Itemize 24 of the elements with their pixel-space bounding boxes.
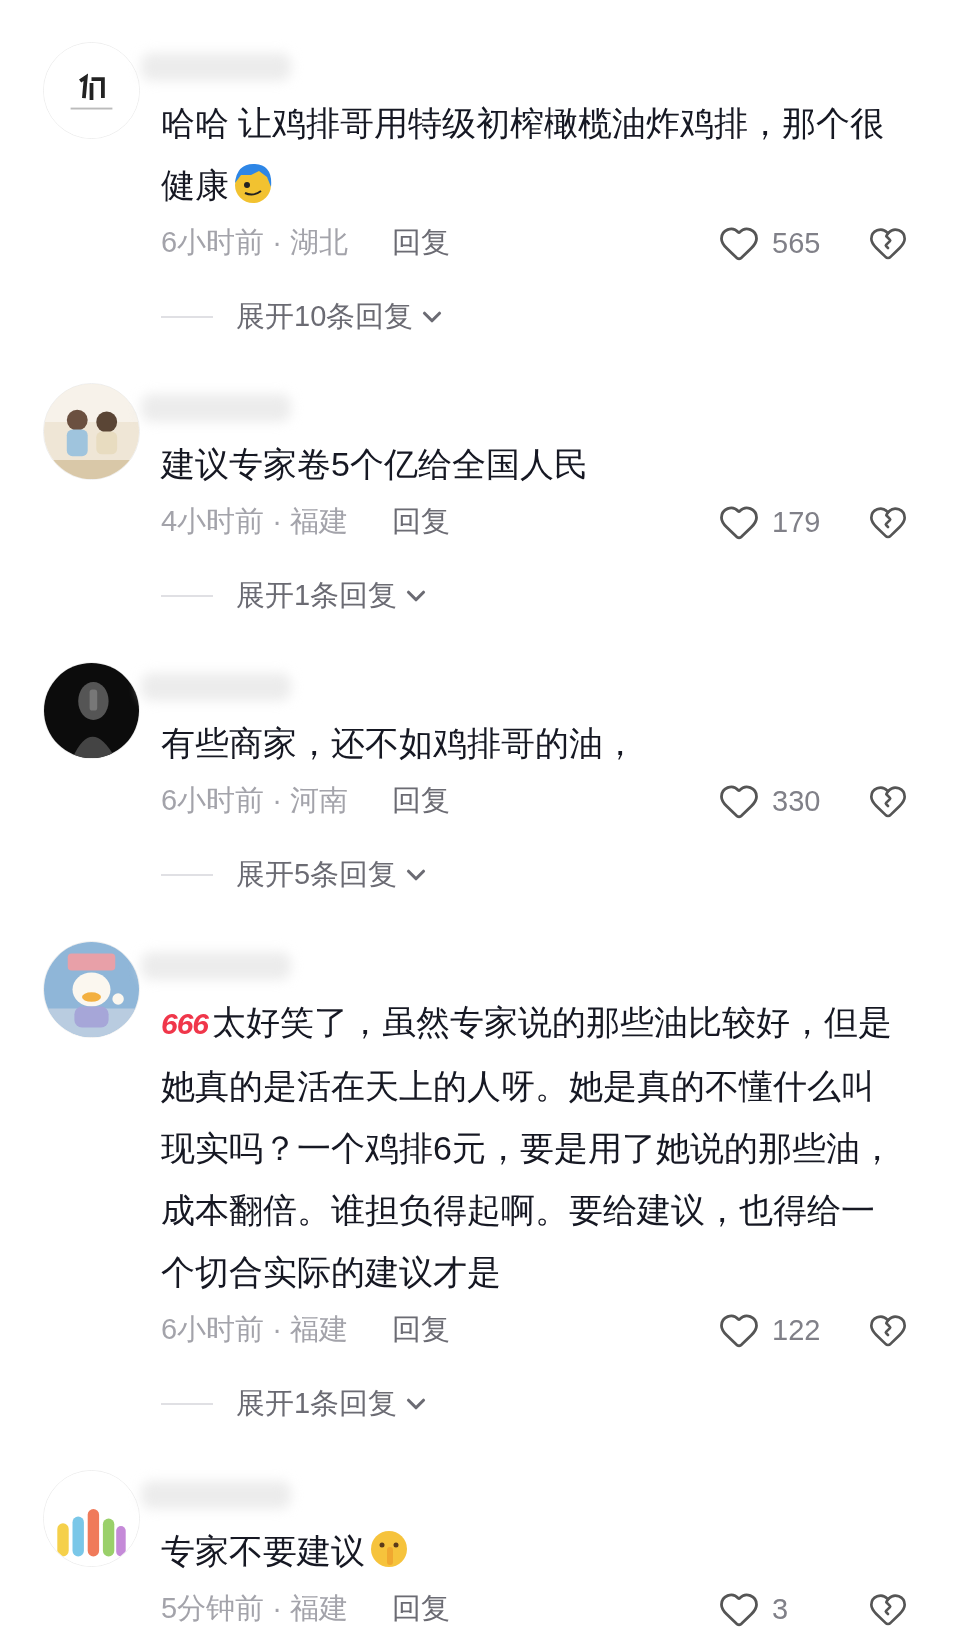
expand-replies-button[interactable]: 展开1条回复: [236, 1384, 432, 1424]
like-count: 122: [772, 1313, 822, 1347]
like-count: 3: [772, 1592, 790, 1626]
reply-link[interactable]: 回复: [391, 502, 450, 542]
reply-link[interactable]: 回复: [391, 781, 450, 821]
like-count: 330: [772, 784, 822, 818]
comment-text: 有些商家，还不如鸡排哥的油，: [161, 723, 638, 764]
like-count: 565: [772, 226, 822, 260]
expand-replies-button[interactable]: 展开10条回复: [236, 297, 448, 337]
reply-link[interactable]: 回复: [391, 1310, 450, 1350]
comment-meta: 6小时前 · 福建: [161, 1312, 348, 1347]
comment-meta: 6小时前 · 湖北: [161, 225, 348, 260]
reply-link[interactable]: 回复: [391, 223, 450, 263]
comment-text: 建议专家卷5个亿给全国人民: [161, 444, 589, 485]
comment-meta: 5分钟前 · 福建: [161, 1591, 348, 1626]
comment-text: 哈哈 让鸡排哥用特级初榨橄榄油炸鸡排，那个很健康: [161, 103, 886, 207]
comment-meta: 4小时前 · 福建: [161, 504, 348, 539]
expand-replies-button[interactable]: 展开5条回复: [236, 855, 432, 895]
comment-meta: 6小时前 · 河南: [161, 783, 348, 818]
like-count: 179: [772, 505, 822, 539]
reply-link[interactable]: 回复: [391, 1589, 450, 1629]
expand-replies-button[interactable]: 展开1条回复: [236, 576, 432, 616]
comment-text: 666太好笑了，虽然专家说的那些油比较好，但是她真的是活在天上的人呀。她是真的不懂什么叫现实吗？一个鸡排6元，要是用了她说的那些油，成本翻倍。谁担负得起啊。要给建议，也得给一个切合实际的建议才是: [161, 1002, 895, 1293]
comment-text: 专家不要建议: [161, 1520, 896, 1582]
